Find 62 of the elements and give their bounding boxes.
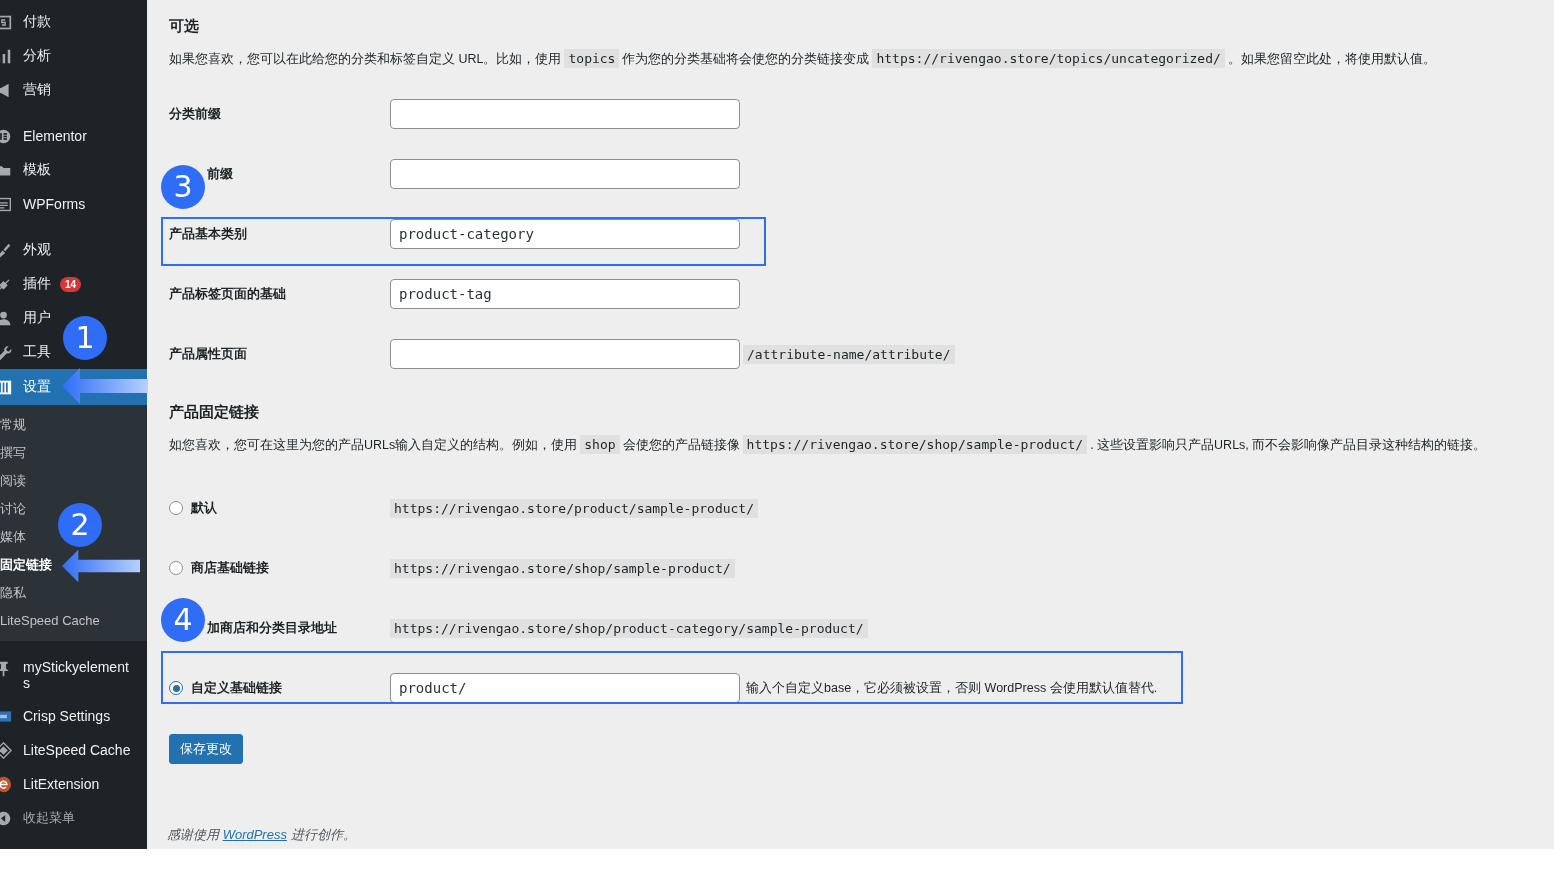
- menu-item[interactable]: myStickyelements: [0, 651, 135, 699]
- submenu-item[interactable]: LiteSpeed Cache: [0, 607, 100, 635]
- submenu-item[interactable]: 常规: [0, 411, 26, 439]
- menu-item[interactable]: 分析: [0, 39, 55, 73]
- input-field[interactable]: product/: [390, 673, 740, 703]
- footer-text: 感谢使用 WordPress 进行创作。: [167, 826, 357, 844]
- input-field[interactable]: product-category: [390, 219, 740, 249]
- radio-button[interactable]: [169, 681, 183, 695]
- menu-item[interactable]: LiteSpeed Cache: [0, 733, 135, 767]
- input-field[interactable]: product-tag: [390, 279, 740, 309]
- diamond-icon: [0, 741, 12, 759]
- menu-item[interactable]: 工具: [0, 335, 55, 369]
- example-url: https://rivengao.store/shop/sample-product/: [390, 558, 735, 578]
- submenu-item[interactable]: 固定链接: [0, 551, 52, 579]
- wrench-icon: [0, 343, 12, 361]
- dollar-icon: [0, 13, 12, 31]
- radio-button[interactable]: [169, 561, 183, 575]
- field-label: 产品标签页面的基础: [169, 286, 286, 301]
- section-description: 如果您喜欢，您可以在此给您的分类和标签自定义 URL。比如，使用 topics 作为您的分类基础将会使您的分类链接变成 https://rivengao.store/topics/uncategorized/ 。如果您留空此处，将使用默认值。: [169, 48, 1437, 70]
- field-label: 分类前缀: [169, 106, 221, 121]
- field-label: 产品基本类别: [169, 226, 247, 241]
- submenu-item[interactable]: 隐私: [0, 579, 26, 607]
- section-heading: 产品固定链接: [169, 402, 260, 422]
- user-icon: [0, 309, 12, 327]
- collapse-menu-button[interactable]: 收起菜单: [0, 801, 79, 835]
- menu-item[interactable]: Elementor: [0, 119, 91, 153]
- option-label: 默认: [191, 499, 217, 517]
- menu-item[interactable]: 用户: [0, 301, 55, 335]
- e-icon: [0, 775, 12, 793]
- menu-item[interactable]: Crisp Settings: [0, 699, 115, 733]
- suffix-text: /attribute-name/attribute/: [743, 344, 955, 364]
- option-label: 加商店和分类目录地址: [207, 619, 337, 637]
- submenu-item[interactable]: 阅读: [0, 467, 26, 495]
- submenu-item[interactable]: 讨论: [0, 495, 26, 523]
- bars-icon: [0, 47, 12, 65]
- input-field[interactable]: [390, 99, 740, 129]
- example-url: https://rivengao.store/shop/product-category/sample-product/: [390, 618, 868, 638]
- menu-item[interactable]: 插件 14: [0, 267, 86, 301]
- menu-item[interactable]: LitExtension: [0, 767, 104, 801]
- menu-item[interactable]: 模板: [0, 153, 55, 187]
- option-label: 商店基础链接: [191, 559, 269, 577]
- input-field[interactable]: [390, 159, 740, 189]
- menu-item[interactable]: 外观: [0, 233, 55, 267]
- wordpress-link[interactable]: WordPress: [222, 827, 287, 842]
- section-heading: 可选: [169, 16, 200, 36]
- update-count-badge: 14: [60, 276, 82, 292]
- sliders-icon: [0, 378, 12, 396]
- input-field[interactable]: [390, 339, 740, 369]
- menu-item[interactable]: 营销: [0, 73, 55, 107]
- field-label: 前缀: [207, 166, 233, 181]
- radio-button[interactable]: [169, 501, 183, 515]
- section-description: 如您喜欢，您可在这里为您的产品URLs输入自定义的结构。例如，使用 shop 会使您的产品链接像 https://rivengao.store/shop/sample-product/ . 这些设置影响只产品URLs, 而不会影响像产品目录这种结构的链接。: [169, 434, 1488, 456]
- field-label: 产品属性页面: [169, 346, 247, 361]
- submenu-item[interactable]: 撰写: [0, 439, 26, 467]
- save-button[interactable]: 保存更改: [169, 734, 243, 764]
- menu-item[interactable]: 付款: [0, 5, 55, 39]
- form-icon: [0, 195, 12, 213]
- option-label: 自定义基础链接: [191, 679, 282, 697]
- submenu-item[interactable]: 媒体: [0, 523, 26, 551]
- hint-text: 输入个自定义base，它必须被设置，否则 WordPress 会使用默认值替代.: [746, 679, 1158, 697]
- menu-item[interactable]: WPForms: [0, 187, 90, 221]
- example-url: https://rivengao.store/product/sample-product/: [390, 498, 759, 518]
